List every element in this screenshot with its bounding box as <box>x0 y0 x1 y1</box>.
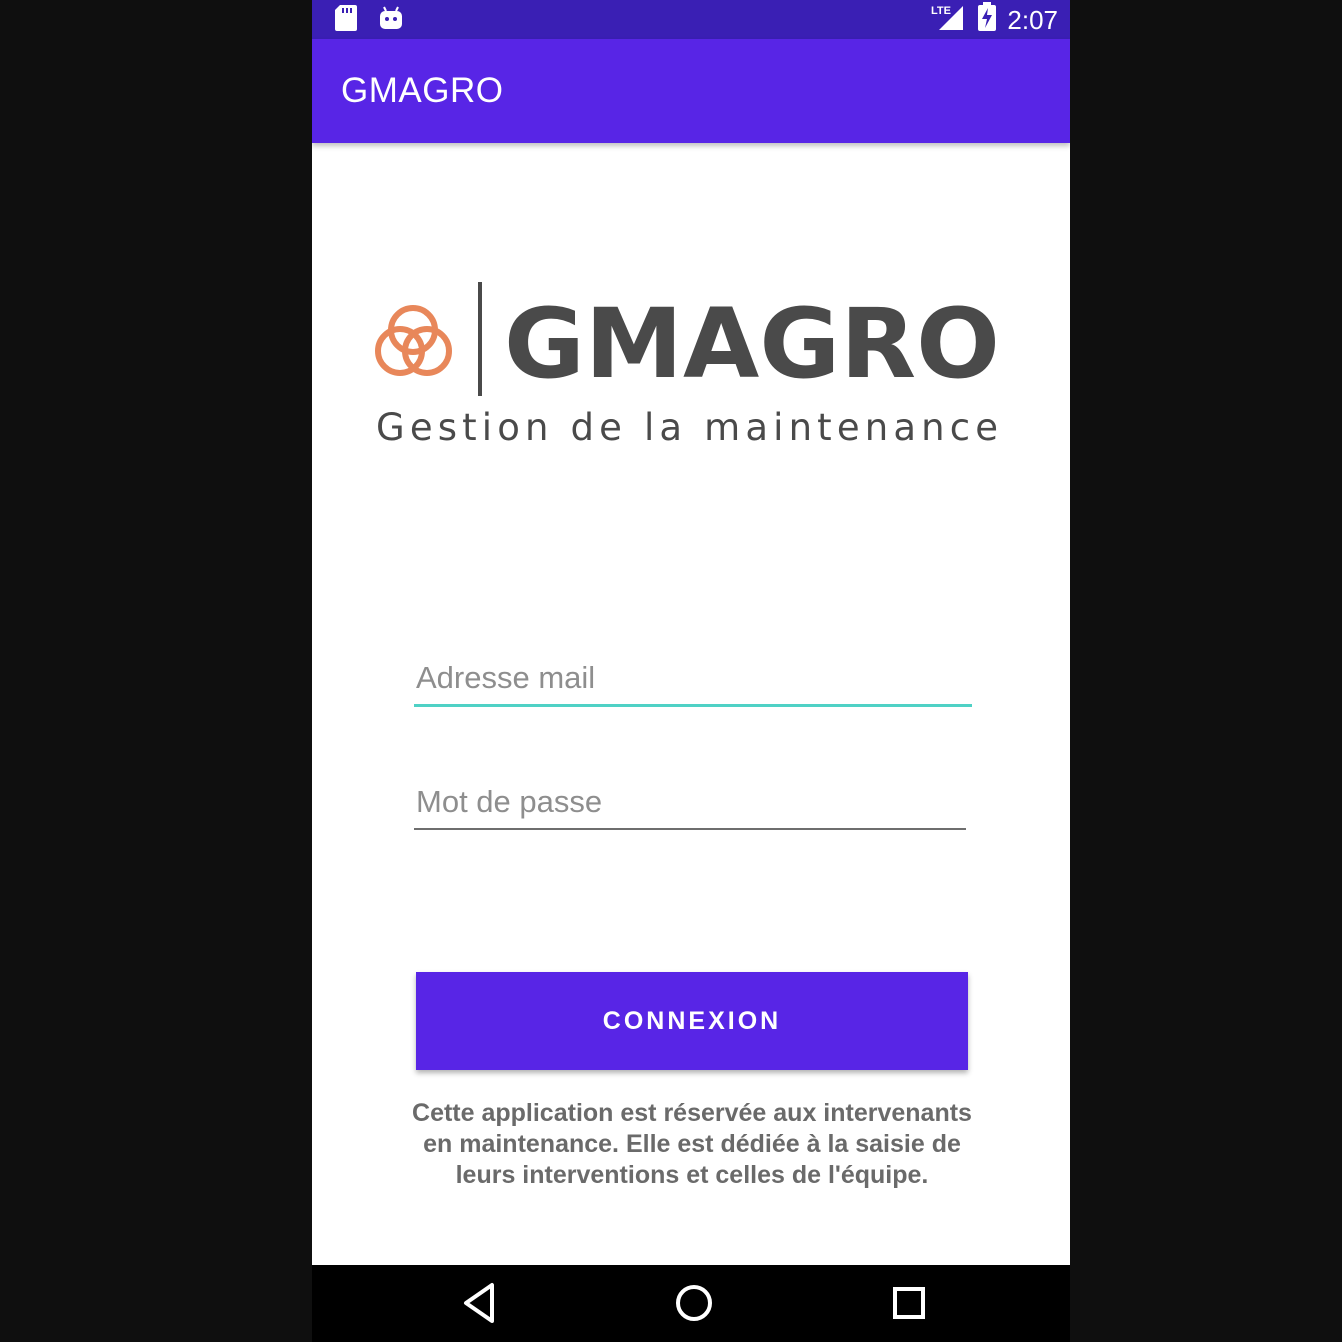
navigation-bar <box>312 1265 1070 1342</box>
brand-logo: GMAGRO Gestion de la maintenance <box>372 280 1012 455</box>
logo-mark-icon <box>375 305 452 376</box>
logo-tagline: Gestion de la maintenance <box>376 406 998 449</box>
status-time: 2:07 <box>1007 4 1058 35</box>
email-field[interactable] <box>414 652 972 707</box>
connexion-button[interactable]: CONNEXION <box>416 972 968 1070</box>
recents-icon[interactable] <box>888 1281 932 1330</box>
battery-charging-icon <box>977 2 997 37</box>
android-icon <box>378 5 404 36</box>
home-icon[interactable] <box>672 1281 716 1330</box>
info-text: Cette application est réservée aux inter… <box>412 1099 972 1189</box>
password-field[interactable] <box>414 776 966 830</box>
svg-text:LTE: LTE <box>931 5 951 17</box>
phone-screen: LTE 2:07 GMAGRO GMAGRO Gestion de la mai… <box>312 0 1070 1342</box>
signal-icon: LTE <box>931 2 967 37</box>
status-bar: LTE 2:07 <box>312 0 1070 39</box>
sd-card-icon <box>334 4 358 37</box>
app-title: GMAGRO <box>341 71 504 110</box>
back-icon[interactable] <box>460 1281 500 1330</box>
app-bar: GMAGRO <box>312 39 1070 143</box>
logo-brand-text: GMAGRO <box>504 288 1000 400</box>
